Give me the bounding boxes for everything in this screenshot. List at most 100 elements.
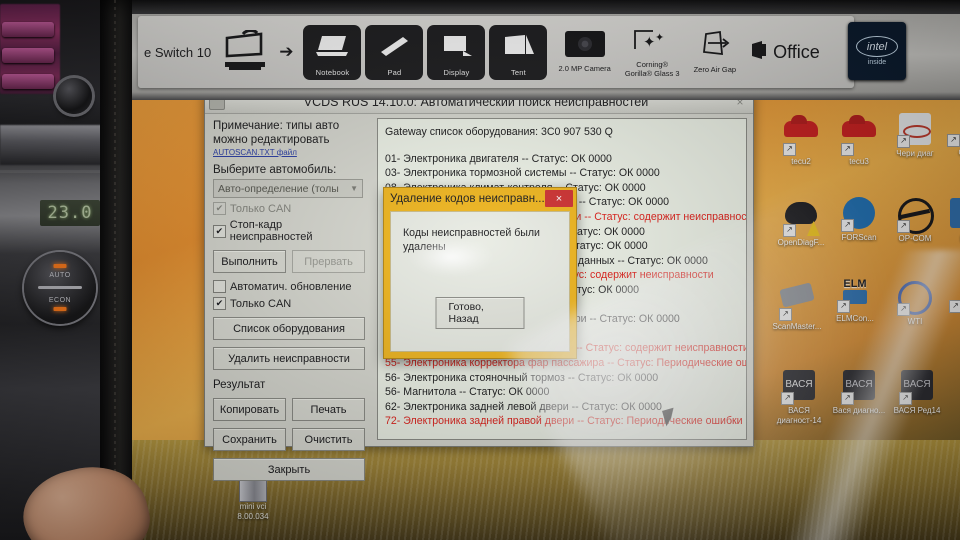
results-header: Gateway список оборудования: 3C0 907 530… [385,126,613,138]
checkbox-mark: ✔ [213,297,226,310]
mode-label: Tent [510,67,526,77]
gm-logo-icon: ↗ [947,112,960,147]
equipment-list-button[interactable]: Список оборудования [213,317,365,340]
opel-logo-icon: ↗ [897,198,934,234]
desktop-icon-vasya-diag[interactable]: ВАСЯ ↗ Вася диагно... [828,368,890,416]
desktop-icon-label: Вася диагно... [832,406,886,415]
results-line: 62- Электроника задней левой двери -- Ст… [385,400,662,413]
results-line: 72- Электроника задней правой двери -- С… [385,415,743,428]
vasya-icon: ВАСЯ ↗ [899,370,934,405]
feature-gorilla-glass: ✦ ✦ Corning® Gorilla® Glass 3 [625,27,680,78]
red-car-icon: ↗ [783,115,818,156]
select-car-label: Выберите автомобиль: [213,164,337,176]
climate-display: 23.0 [40,200,100,226]
sparkle-icon: ✦ ✦ [631,27,673,58]
elm-icon: ELM ↗ [837,278,872,313]
display-icon [439,25,473,68]
radio-preset-3[interactable] [2,74,54,89]
radio-volume-knob[interactable] [56,78,92,114]
save-button[interactable]: Сохранить [213,428,286,451]
intel-logo: intel [856,36,898,57]
checkbox-label: Только CAN [230,202,292,215]
blue-tile-icon [948,198,960,232]
mode-label: Pad [387,67,402,77]
feature-label: Zero Air Gap [693,65,737,74]
desktop-icon-eb[interactable]: Eb [934,196,960,244]
delete-codes-dialog: Удаление кодов неисправн... × Коды неисп… [383,187,577,359]
dialog-ok-button[interactable]: Готово, Назад [435,297,525,329]
mode-display[interactable]: Display [427,24,486,80]
detach-screen-icon [225,30,266,70]
execute-button[interactable]: Выполнить [213,250,286,273]
dialog-body: Коды неисправностей были удалены Готово,… [390,211,570,352]
dialog-title: Удаление кодов неисправн... [390,192,545,205]
copy-button[interactable]: Копировать [213,398,286,421]
autoscan-txt-link[interactable]: AUTOSCAN.TXT файл [213,148,365,157]
checkbox-can-only-top[interactable]: ✔ Только CAN [213,202,365,215]
dialog-message: Коды неисправностей были удалены [403,227,540,253]
car-type-select[interactable]: Авто-определение (толы ▼ [213,179,363,198]
mini-vci-label-line1: mini vci [239,502,267,511]
intel-inside-badge: intel inside [848,22,906,80]
checkbox-auto-update[interactable]: Автоматич. обновление [213,280,365,293]
climate-temp-value: 23.0 [47,203,93,223]
radio-preset-1[interactable] [2,22,54,37]
case-leather-edge [100,0,136,540]
mode-tent[interactable]: Tent [489,24,548,80]
print-button[interactable]: Печать [292,398,365,421]
desktop-icon-gm[interactable]: ↗ Gm [934,112,960,158]
desktop-icon-au[interactable]: ↗ Au [936,278,960,324]
desktop-icon-opendiag[interactable]: ↗ OpenDiagF... [770,196,832,248]
air-gap-icon [696,30,734,63]
clear-faults-button[interactable]: Удалить неисправности [213,347,365,370]
mini-vci-label-line2: 8.00.034 [237,512,269,521]
checkbox-mark [213,280,226,293]
econ-label: ECON [48,297,72,304]
tent-icon [501,25,535,68]
desktop-icon-label: Eb [934,234,960,244]
office-icon [750,40,768,65]
scanmaster-icon: ↗ [779,282,815,321]
wti-icon: ↗ [897,281,932,316]
desktop-icon-label: ScanMaster... [772,322,822,331]
auto-led [53,264,67,268]
desktop-icon-label: Au [936,314,960,324]
abort-button: Прервать [292,250,365,273]
camera-icon [564,31,605,62]
results-line: 56- Магнитола -- Статус: ОК 0000 [385,386,550,399]
desktop-icon-label: tecu2 [791,157,811,166]
desktop-icon-elmcon[interactable]: ELM ↗ ELMCon... [824,278,886,324]
mode-notebook[interactable]: Notebook [303,24,362,80]
desktop-icon-label: ELMCon... [836,314,874,323]
mode-pad[interactable]: Pad [365,24,424,80]
results-line: 03- Электроника тормозной системы -- Ста… [385,167,660,180]
dialog-close-button[interactable]: × [545,190,573,207]
product-name: e Switch 10 [144,44,212,60]
desktop-icon-tecu3[interactable]: ↗ tecu3 [828,112,890,167]
desktop-icon-vasya-red14[interactable]: ВАСЯ ↗ ВАСЯ Ред14 [886,368,948,416]
desktop-icon-tecu2[interactable]: ↗ tecu2 [770,112,832,167]
checkbox-mark: ✔ [213,224,226,238]
checkbox-label: Стоп-кадр неисправностей [229,219,313,243]
desktop-icon-label: FORScan [841,233,877,242]
chery-logo-icon: ↗ [897,113,932,148]
feature-zero-air-gap: Zero Air Gap [693,30,737,74]
note-line-2: можно редактировать [213,134,330,146]
desktop-icon-forscan[interactable]: ↗ FORScan [828,196,890,243]
desktop-icon-scanmaster[interactable]: ↗ ScanMaster... [766,278,828,332]
chevron-down-icon: ▼ [350,184,358,193]
clear-button[interactable]: Очистить [292,428,365,451]
climate-control-knob[interactable]: AUTO ECON [24,252,96,324]
feature-label: Office [773,41,820,62]
checkbox-freeze-frame[interactable]: ✔ Стоп-кадр неисправностей [213,219,365,243]
checkbox-label: Только CAN [230,297,292,310]
feature-label: 2.0 MP Camera [558,64,611,73]
close-button[interactable]: Закрыть [213,458,365,481]
feature-office: Office [750,40,820,65]
checkbox-can-only-bottom[interactable]: ✔ Только CAN [213,297,365,310]
intel-inside-label: inside [867,59,887,66]
desktop-icon-vasya-14[interactable]: ВАСЯ ↗ ВАСЯ диагност-14 [768,368,830,426]
vasya-icon: ВАСЯ ↗ [841,370,876,405]
radio-preset-2[interactable] [2,48,54,63]
desktop-icon-label: OpenDiagF... [777,238,825,247]
